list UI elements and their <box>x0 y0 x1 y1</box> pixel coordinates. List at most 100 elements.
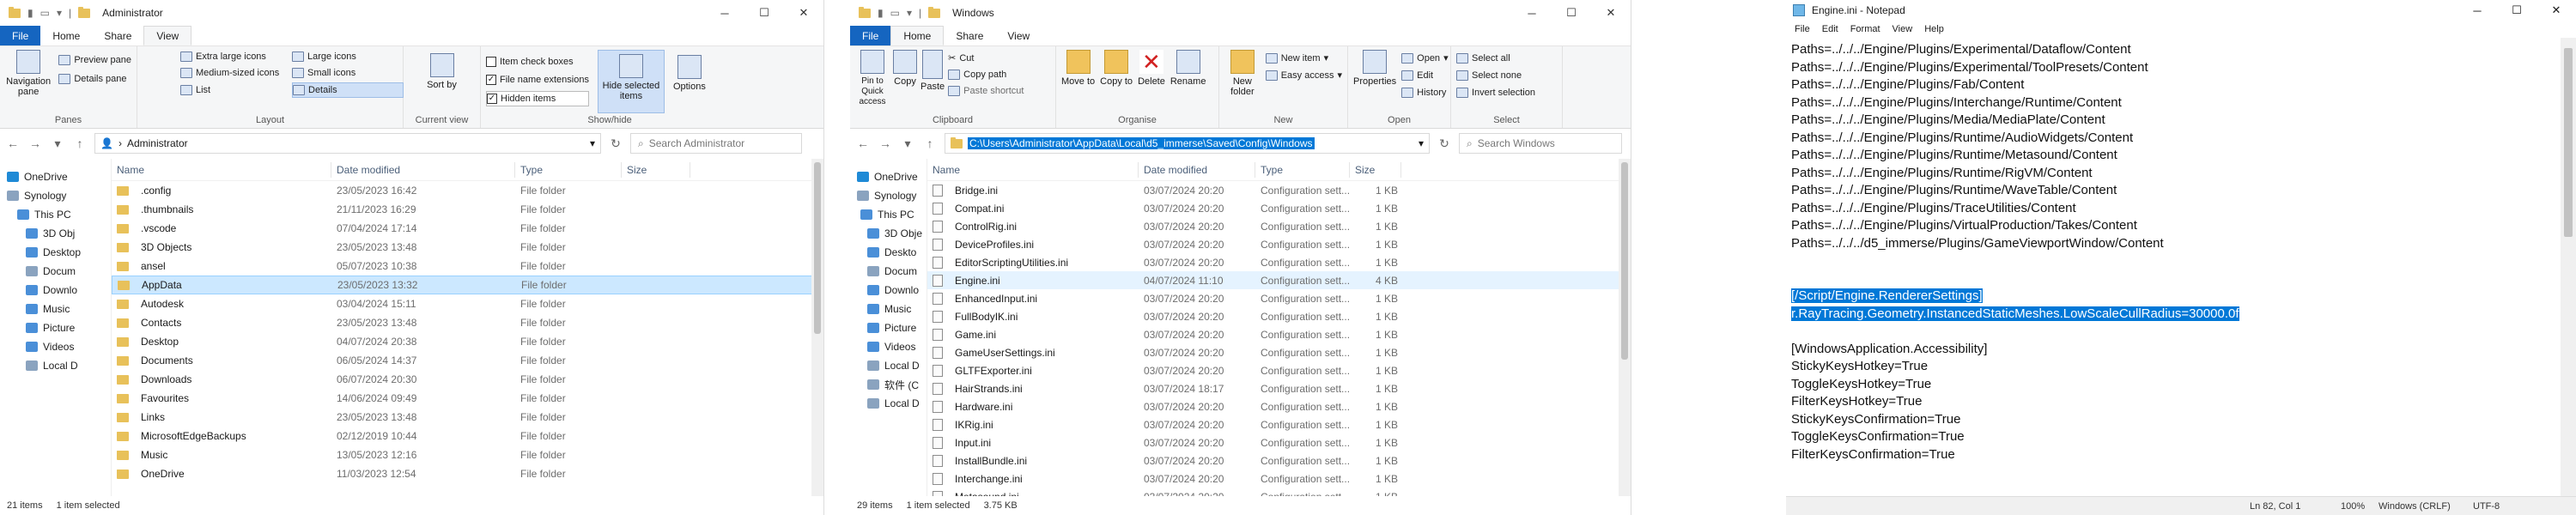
properties-quick-icon[interactable]: ▮ <box>878 7 884 19</box>
refresh-icon[interactable]: ↻ <box>608 136 623 151</box>
table-row[interactable]: OneDrive 11/03/2023 12:54 File folder <box>112 464 823 483</box>
hide-selected-items-button[interactable]: Hide selected items <box>597 50 665 113</box>
table-row[interactable]: DeviceProfiles.ini 03/07/2024 20:20 Config… <box>927 235 1631 253</box>
up-icon[interactable]: ↑ <box>72 136 88 150</box>
table-row[interactable]: HairStrands.ini 03/07/2024 18:17 Configura… <box>927 379 1631 397</box>
item-check-boxes-checkbox[interactable]: Item check boxes <box>486 55 589 69</box>
table-row[interactable]: Hardware.ini 03/07/2024 20:20 Configuratio… <box>927 397 1631 415</box>
table-row[interactable]: Engine.ini 04/07/2024 11:10 Configuration … <box>927 271 1631 289</box>
details-pane-button[interactable]: Details pane <box>58 72 131 86</box>
table-row[interactable]: Links 23/05/2023 13:48 File folder <box>112 408 823 427</box>
table-row[interactable]: EnhancedInput.ini 03/07/2024 20:20 Configu… <box>927 289 1631 307</box>
copy-to-button[interactable]: Copy to <box>1100 50 1133 87</box>
select-none-button[interactable]: Select none <box>1456 69 1557 82</box>
search-input[interactable]: ⌕ Search Administrator <box>630 133 802 154</box>
table-row[interactable]: Favourites 14/06/2024 09:49 File folder <box>112 389 823 408</box>
rename-button[interactable]: Rename <box>1170 50 1206 87</box>
edit-button[interactable]: Edit <box>1401 69 1448 82</box>
table-row[interactable]: Music 13/05/2023 12:16 File folder <box>112 445 823 464</box>
address-dropdown-icon[interactable]: ▾ <box>590 137 595 149</box>
column-date-modified[interactable]: Date modified <box>331 161 515 178</box>
table-row[interactable]: Desktop 04/07/2024 20:38 File folder <box>112 332 823 351</box>
back-icon[interactable]: ← <box>5 136 21 150</box>
cut-button[interactable]: ✂ Cut <box>948 52 1024 65</box>
delete-button[interactable]: ✕ Delete <box>1138 50 1165 87</box>
copy-path-button[interactable]: Copy path <box>948 68 1024 82</box>
table-row[interactable]: ansel 05/07/2023 10:38 File folder <box>112 257 823 276</box>
nav-item-3d-objects[interactable]: 3D Obj <box>0 224 111 243</box>
table-row[interactable]: 3D Objects 23/05/2023 13:48 File folder <box>112 238 823 257</box>
hidden-items-checkbox[interactable]: ✓ Hidden items <box>486 91 589 106</box>
layout-medium-icons[interactable]: Medium-sized icons <box>180 66 292 80</box>
options-button[interactable]: Options <box>673 50 706 113</box>
table-row[interactable]: Documents 06/05/2024 14:37 File folder <box>112 351 823 370</box>
nav-item-pictures[interactable]: Picture <box>0 318 111 337</box>
nav-item-videos[interactable]: Videos <box>0 337 111 356</box>
navigation-pane-button[interactable]: Navigation pane <box>5 50 52 97</box>
close-button[interactable]: ✕ <box>1591 0 1631 26</box>
column-date-modified[interactable]: Date modified <box>1139 161 1255 178</box>
nav-item-this-pc[interactable]: This PC <box>850 205 927 224</box>
nav-item-desktop[interactable]: Desktop <box>0 243 111 262</box>
nav-item-desktop[interactable]: Deskto <box>850 243 927 262</box>
tab-share[interactable]: Share <box>944 26 995 45</box>
vertical-scrollbar[interactable] <box>2561 38 2576 496</box>
vertical-scrollbar[interactable] <box>811 159 823 496</box>
select-all-button[interactable]: Select all <box>1456 52 1557 65</box>
history-button[interactable]: History <box>1401 86 1448 100</box>
layout-large-icons[interactable]: Large icons <box>292 50 404 64</box>
file-name-extensions-checkbox[interactable]: ✓ File name extensions <box>486 73 589 87</box>
tab-file[interactable]: File <box>0 26 41 45</box>
nav-item-pictures[interactable]: Picture <box>850 318 927 337</box>
recent-dropdown-icon[interactable]: ▾ <box>50 136 65 151</box>
preview-pane-button[interactable]: Preview pane <box>58 53 131 67</box>
recent-dropdown-icon[interactable]: ▾ <box>900 136 915 151</box>
table-row[interactable]: Downloads 06/07/2024 20:30 File folder <box>112 370 823 389</box>
menu-format[interactable]: Format <box>1850 24 1880 34</box>
sort-by-button[interactable]: Sort by <box>409 53 475 90</box>
nav-item-local-disk-2[interactable]: Local D <box>850 394 927 413</box>
close-button[interactable]: ✕ <box>784 0 823 26</box>
copy-button[interactable]: Copy <box>893 50 917 107</box>
column-size[interactable]: Size <box>1350 161 1401 178</box>
paste-button[interactable]: Paste <box>920 50 945 107</box>
nav-item-onedrive[interactable]: OneDrive <box>850 167 927 186</box>
nav-item-3d-objects[interactable]: 3D Obje <box>850 224 927 243</box>
layout-small-icons[interactable]: Small icons <box>292 66 404 80</box>
nav-item-local-disk[interactable]: Local D <box>850 356 927 375</box>
text-editor[interactable]: Paths=../../../Engine/Plugins/Experiment… <box>1786 38 2559 496</box>
maximize-button[interactable]: ☐ <box>2497 0 2537 21</box>
table-row[interactable]: Compat.ini 03/07/2024 20:20 Configuration … <box>927 199 1631 217</box>
minimize-button[interactable]: ─ <box>2458 0 2497 21</box>
forward-icon[interactable]: → <box>27 136 43 150</box>
invert-selection-button[interactable]: Invert selection <box>1456 86 1557 100</box>
menu-help[interactable]: Help <box>1924 24 1944 34</box>
refresh-icon[interactable]: ↻ <box>1437 136 1452 151</box>
nav-item-software-drive[interactable]: 软件 (C <box>850 375 927 394</box>
new-item-button[interactable]: New item ▾ <box>1265 52 1342 65</box>
nav-item-music[interactable]: Music <box>0 300 111 318</box>
table-row[interactable]: GameUserSettings.ini 03/07/2024 20:20 Conf… <box>927 343 1631 361</box>
layout-list[interactable]: List <box>180 82 292 98</box>
column-type[interactable]: Type <box>515 161 622 178</box>
forward-icon[interactable]: → <box>878 136 893 150</box>
table-row[interactable]: Contacts 23/05/2023 13:48 File folder <box>112 313 823 332</box>
minimize-button[interactable]: ─ <box>705 0 744 26</box>
table-row[interactable]: Metasound.ini03/07/2024 20:20Configurati… <box>927 488 1631 496</box>
properties-quick-icon[interactable]: ▮ <box>27 7 33 19</box>
table-row[interactable]: .vscode 07/04/2024 17:14 File folder <box>112 219 823 238</box>
nav-item-downloads[interactable]: Downlo <box>0 281 111 300</box>
nav-item-videos[interactable]: Videos <box>850 337 927 356</box>
properties-button[interactable]: Properties <box>1353 50 1396 100</box>
tab-view[interactable]: View <box>143 26 192 45</box>
maximize-button[interactable]: ☐ <box>744 0 784 26</box>
table-row[interactable]: GLTFExporter.ini 03/07/2024 20:20 Configur… <box>927 361 1631 379</box>
vertical-scrollbar[interactable] <box>1619 159 1631 496</box>
table-row[interactable]: Game.ini 03/07/2024 20:20 Configuration se… <box>927 325 1631 343</box>
layout-extra-large-icons[interactable]: Extra large icons <box>180 50 292 64</box>
tab-view[interactable]: View <box>995 26 1042 45</box>
table-row[interactable]: EditorScriptingUtilities.ini 03/07/2024 2… <box>927 253 1631 271</box>
table-row[interactable]: ControlRig.ini 03/07/2024 20:20 Configurat… <box>927 217 1631 235</box>
nav-item-documents[interactable]: Docum <box>0 262 111 281</box>
nav-item-onedrive[interactable]: OneDrive <box>0 167 111 186</box>
